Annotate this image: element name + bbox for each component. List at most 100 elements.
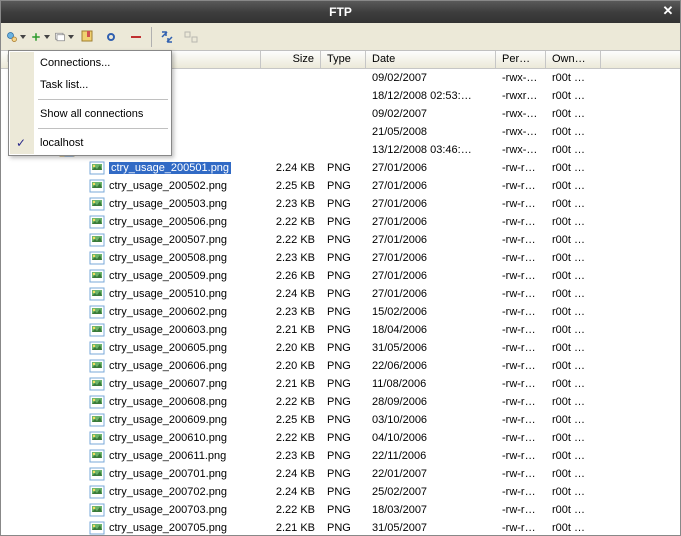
cell-type: PNG [321,162,366,174]
bookmark-button[interactable] [77,26,99,48]
cell-type: PNG [321,180,366,192]
copy-path-button[interactable] [53,26,75,48]
image-file-icon [89,502,105,518]
delete-button[interactable] [125,26,147,48]
connections-button[interactable] [5,26,27,48]
table-row[interactable]: ctry_usage_200506.png2.22 KBPNG27/01/200… [1,213,680,231]
cell-size: 2.24 KB [261,288,321,300]
cell-name: ctry_usage_200605.png [1,340,261,356]
file-name: ctry_usage_200602.png [109,306,227,318]
cell-perm: -rw-r… [496,522,546,534]
table-row[interactable]: ctry_usage_200607.png2.21 KBPNG11/08/200… [1,375,680,393]
add-button[interactable] [29,26,51,48]
cell-date: 09/02/2007 [366,72,496,84]
cell-size: 2.21 KB [261,324,321,336]
cell-date: 27/01/2006 [366,180,496,192]
cell-date: 27/01/2006 [366,198,496,210]
cell-own: r00t … [546,126,601,138]
cell-type: PNG [321,522,366,534]
table-row[interactable]: ctry_usage_200510.png2.24 KBPNG27/01/200… [1,285,680,303]
cell-name: ctry_usage_200609.png [1,412,261,428]
menu-item-label: Task list... [40,79,88,91]
close-button[interactable]: ✕ [660,4,676,20]
table-row[interactable]: ctry_usage_200508.png2.23 KBPNG27/01/200… [1,249,680,267]
cell-perm: -rw-r… [496,180,546,192]
cell-name: ctry_usage_200610.png [1,430,261,446]
table-row[interactable]: ctry_usage_200705.png2.21 KBPNG31/05/200… [1,519,680,535]
cell-own: r00t … [546,72,601,84]
table-row[interactable]: ctry_usage_200702.png2.24 KBPNG25/02/200… [1,483,680,501]
cell-size: 2.24 KB [261,162,321,174]
sync-button[interactable] [156,26,178,48]
cell-date: 15/02/2006 [366,306,496,318]
table-row[interactable]: ctry_usage_200611.png2.23 KBPNG22/11/200… [1,447,680,465]
image-file-icon [89,430,105,446]
table-row[interactable]: ctry_usage_200609.png2.25 KBPNG03/10/200… [1,411,680,429]
image-file-icon [89,322,105,338]
file-name: ctry_usage_200501.png [109,162,231,174]
cell-size: 2.22 KB [261,432,321,444]
cell-type: PNG [321,342,366,354]
cell-own: r00t … [546,324,601,336]
image-file-icon [89,376,105,392]
table-row[interactable]: ctry_usage_200602.png2.23 KBPNG15/02/200… [1,303,680,321]
cell-perm: -rw-r… [496,162,546,174]
file-name: ctry_usage_200703.png [109,504,227,516]
cell-type: PNG [321,378,366,390]
connections-menu: Connections... Task list... Show all conne… [8,50,172,156]
col-header-date[interactable]: Date [366,51,496,68]
cell-size: 2.22 KB [261,234,321,246]
col-header-size[interactable]: Size [261,51,321,68]
table-row[interactable]: ctry_usage_200703.png2.22 KBPNG18/03/200… [1,501,680,519]
cell-date: 18/03/2007 [366,504,496,516]
menu-show-all[interactable]: Show all connections [10,103,170,125]
cell-own: r00t … [546,396,601,408]
cell-size: 2.22 KB [261,216,321,228]
sync2-button[interactable] [180,26,202,48]
file-name: ctry_usage_200507.png [109,234,227,246]
col-header-perm[interactable]: Permi… [496,51,546,68]
link-button[interactable] [101,26,123,48]
table-row[interactable]: ctry_usage_200503.png2.23 KBPNG27/01/200… [1,195,680,213]
cell-own: r00t … [546,270,601,282]
cell-name: ctry_usage_200508.png [1,250,261,266]
col-header-type[interactable]: Type [321,51,366,68]
image-file-icon [89,358,105,374]
file-name: ctry_usage_200508.png [109,252,227,264]
menu-tasklist[interactable]: Task list... [10,74,170,96]
table-row[interactable]: ctry_usage_200605.png2.20 KBPNG31/05/200… [1,339,680,357]
menu-connections[interactable]: Connections... [10,52,170,74]
sync-icon [159,29,175,45]
cell-own: r00t … [546,414,601,426]
col-header-own[interactable]: Own… [546,51,601,68]
cell-own: r00t … [546,432,601,444]
file-name: ctry_usage_200509.png [109,270,227,282]
cell-perm: -rw-r… [496,504,546,516]
cell-own: r00t … [546,234,601,246]
table-row[interactable]: ctry_usage_200509.png2.26 KBPNG27/01/200… [1,267,680,285]
table-row[interactable]: ctry_usage_200502.png2.25 KBPNG27/01/200… [1,177,680,195]
cell-size: 2.23 KB [261,450,321,462]
cell-type: PNG [321,198,366,210]
table-row[interactable]: ctry_usage_200608.png2.22 KBPNG28/09/200… [1,393,680,411]
cell-type: PNG [321,450,366,462]
cell-own: r00t … [546,450,601,462]
cell-size: 2.24 KB [261,468,321,480]
table-row[interactable]: ctry_usage_200507.png2.22 KBPNG27/01/200… [1,231,680,249]
table-row[interactable]: ctry_usage_200501.png2.24 KBPNG27/01/200… [1,159,680,177]
cell-perm: -rw-r… [496,270,546,282]
cell-type: PNG [321,432,366,444]
table-row[interactable]: ctry_usage_200606.png2.20 KBPNG22/06/200… [1,357,680,375]
cell-type: PNG [321,360,366,372]
table-row[interactable]: ctry_usage_200603.png2.21 KBPNG18/04/200… [1,321,680,339]
menu-item-label: Show all connections [40,108,143,120]
cell-perm: -rw-r… [496,288,546,300]
cell-size: 2.21 KB [261,522,321,534]
cell-date: 18/04/2006 [366,324,496,336]
table-row[interactable]: ctry_usage_200610.png2.22 KBPNG04/10/200… [1,429,680,447]
file-name: ctry_usage_200503.png [109,198,227,210]
cell-date: 18/12/2008 02:53:… [366,90,496,102]
menu-localhost[interactable]: ✓localhost [10,132,170,154]
cell-type: PNG [321,468,366,480]
table-row[interactable]: ctry_usage_200701.png2.24 KBPNG22/01/200… [1,465,680,483]
